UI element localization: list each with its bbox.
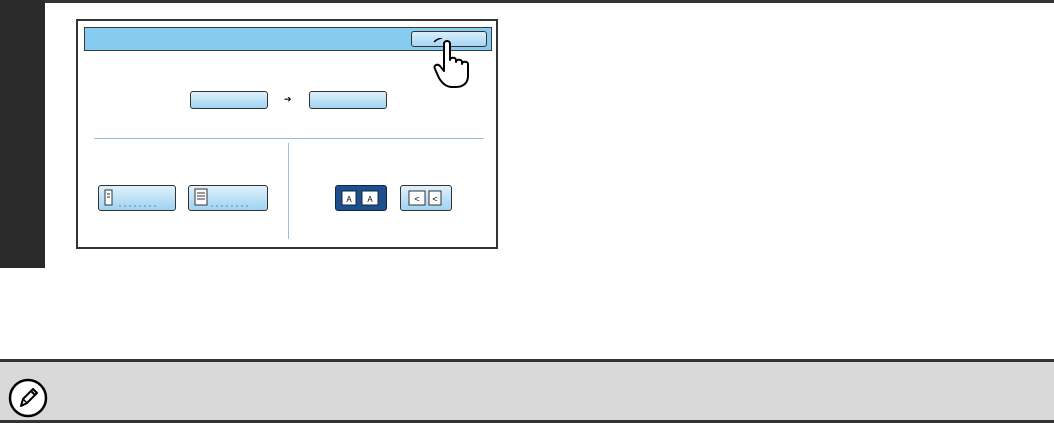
hand-pointer-icon xyxy=(433,38,469,88)
landscape-orientation-button[interactable] xyxy=(188,185,268,211)
two-up-rotated-icon: < < xyxy=(408,190,442,206)
column-divider xyxy=(288,143,289,239)
original-size-button[interactable] xyxy=(190,91,268,109)
svg-text:A: A xyxy=(346,195,352,204)
portrait-orientation-button[interactable] xyxy=(98,185,176,211)
layout-option-selected-button[interactable]: A A xyxy=(335,185,387,211)
svg-text:A: A xyxy=(367,195,373,204)
arrow-right-icon: ➔ xyxy=(284,94,292,104)
panel-header xyxy=(84,27,492,51)
svg-text:<: < xyxy=(432,194,437,204)
layout-option-button[interactable]: < < xyxy=(400,185,452,211)
pencil-note-icon xyxy=(8,378,48,418)
output-size-button[interactable] xyxy=(309,91,387,109)
top-rule xyxy=(0,0,1054,3)
svg-text:<: < xyxy=(414,194,419,204)
portrait-document-icon xyxy=(104,189,159,207)
landscape-document-icon xyxy=(194,188,251,207)
step-marker-bar xyxy=(0,0,45,268)
two-up-a-icon: A A xyxy=(341,190,379,206)
section-divider xyxy=(94,138,484,139)
note-bar xyxy=(0,359,1054,423)
